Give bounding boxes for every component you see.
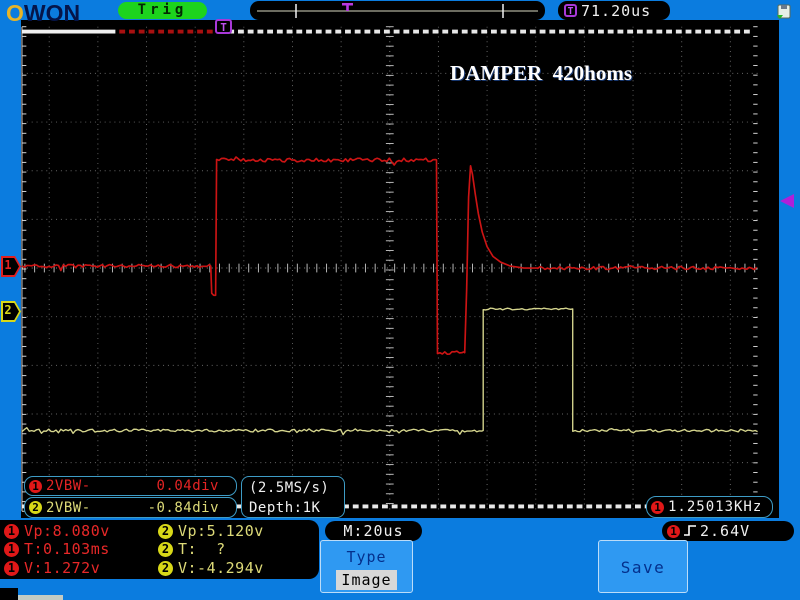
- channel2-zero-marker[interactable]: 2: [1, 301, 21, 322]
- measurement-row: 1 V:1.272v: [4, 559, 101, 577]
- ch1-badge: 1: [4, 523, 19, 539]
- save-button[interactable]: Save: [598, 540, 688, 593]
- channel2-badge: 2: [29, 501, 42, 514]
- timebase-readout: M:20us: [325, 521, 422, 541]
- trigger-position-graphic: [257, 3, 538, 18]
- channel1-scale-label: 2VBW-: [46, 478, 91, 494]
- trigger-time-value: 71.20us: [581, 1, 652, 20]
- user-annotation-text: DAMPER 420homs: [450, 61, 632, 85]
- type-button-title: Type: [346, 548, 387, 566]
- frequency-value: 1.25013KHz: [668, 499, 763, 515]
- ch2-badge: 2: [158, 560, 173, 576]
- ch1-vpp-value: Vp:8.080v: [24, 522, 110, 540]
- channel1-scale-readout: 1 2VBW- 0.04div: [24, 476, 237, 496]
- trigger-status-badge: Trig: [118, 2, 207, 19]
- ch1-mean-value: V:1.272v: [24, 559, 101, 577]
- channel1-offset-value: 0.04div: [156, 478, 219, 494]
- type-button-selected-value: Image: [336, 570, 397, 590]
- ch2-mean-value: V:-4.294v: [178, 559, 264, 577]
- channel2-marker-number: 2: [4, 303, 12, 317]
- trigger-time-readout: T 71.20us: [558, 1, 670, 20]
- measurement-row: 2 Vp:5.120v: [158, 522, 264, 540]
- measurement-row: 2 V:-4.294v: [158, 559, 264, 577]
- bottom-left-sliver: [18, 595, 63, 600]
- freq-channel-badge: 1: [651, 500, 664, 514]
- logo-rest: WON: [23, 0, 81, 26]
- floppy-disk-icon: [777, 4, 791, 19]
- frequency-counter-readout: 1 1.25013KHz: [646, 496, 773, 518]
- measurement-row: 1 Vp:8.080v: [4, 522, 110, 540]
- owon-logo: OWON: [6, 0, 80, 27]
- rising-edge-icon: [684, 525, 696, 536]
- horizontal-trigger-marker[interactable]: T: [215, 19, 232, 34]
- measurement-row: 2 T: ?: [158, 540, 226, 558]
- channel2-offset-value: -0.84div: [147, 499, 219, 516]
- type-menu-button[interactable]: Type Image: [320, 540, 413, 593]
- bottom-left-corner-patch: [0, 588, 18, 600]
- ch2-badge: 2: [158, 523, 173, 539]
- trigger-level-readout: 1 2.64V: [662, 521, 794, 541]
- ch2-badge: 2: [158, 541, 173, 557]
- ch2-vpp-value: Vp:5.120v: [178, 522, 264, 540]
- acquisition-readout: (2.5MS/s) Depth:1K: [241, 476, 345, 518]
- logo-letter-o: O: [6, 0, 24, 26]
- channel2-scale-label: 2VBW-: [46, 499, 91, 516]
- ch1-badge: 1: [4, 541, 19, 557]
- measurement-row: 1 T:0.103ms: [4, 540, 110, 558]
- sample-rate-value: (2.5MS/s): [249, 480, 330, 496]
- channel1-zero-marker[interactable]: 1: [1, 256, 21, 277]
- trigger-level-arrow-icon[interactable]: [780, 194, 794, 208]
- save-to-storage-icon[interactable]: [775, 3, 792, 24]
- trigger-channel-badge: 1: [667, 524, 680, 538]
- waveform-display: [21, 20, 779, 518]
- channel2-scale-readout: 2 2VBW- -0.84div: [24, 497, 237, 518]
- channel1-marker-number: 1: [4, 258, 12, 272]
- ch2-period-value: T: ?: [178, 540, 226, 558]
- trigger-level-value: 2.64V: [700, 522, 751, 540]
- measurements-panel: 1 Vp:8.080v 1 T:0.103ms 1 V:1.272v 2 Vp:…: [0, 520, 319, 579]
- waveform-canvas: [21, 26, 758, 512]
- ch1-period-value: T:0.103ms: [24, 540, 110, 558]
- ch1-badge: 1: [4, 560, 19, 576]
- oscilloscope-screen: OWON Trig T 71.20us DAMPER 420homs T 1 2: [0, 0, 800, 600]
- trigger-t-icon: T: [564, 4, 577, 17]
- trigger-position-bar[interactable]: [250, 1, 545, 20]
- channel1-badge: 1: [29, 479, 42, 493]
- memory-depth-value: Depth:1K: [249, 500, 321, 516]
